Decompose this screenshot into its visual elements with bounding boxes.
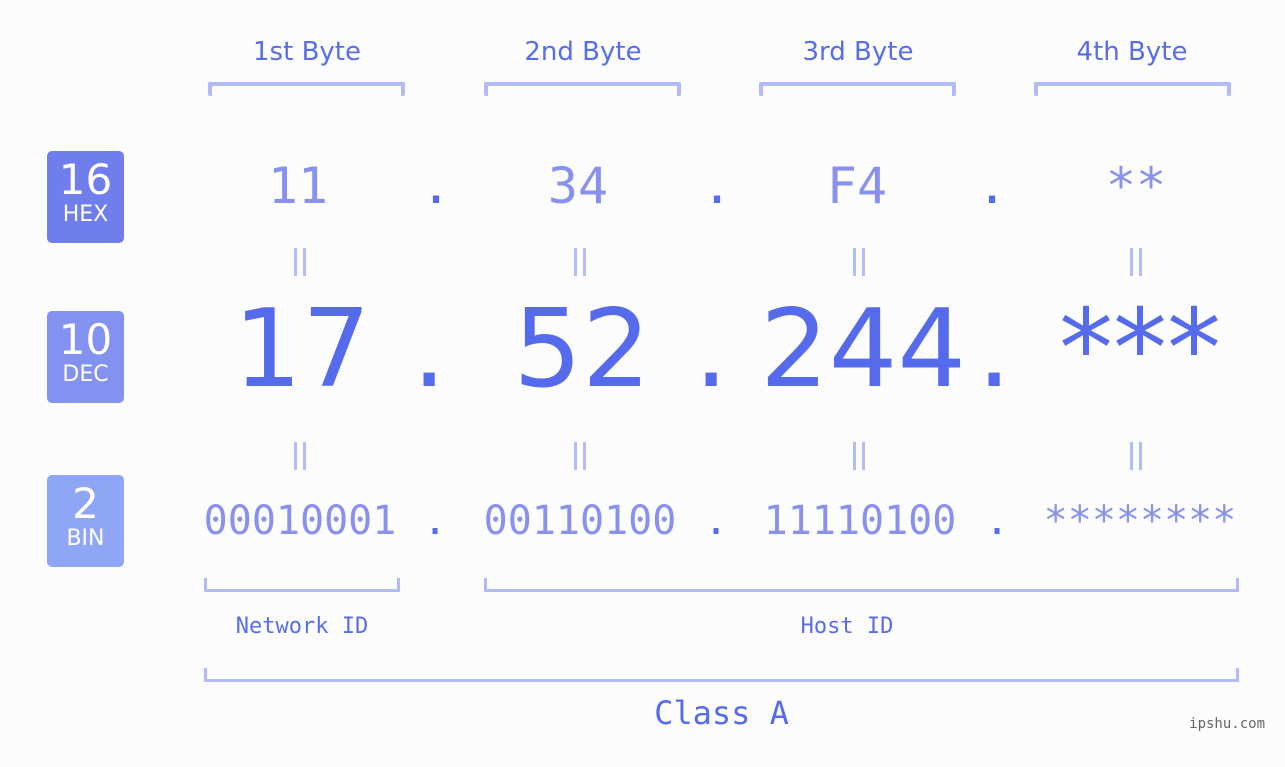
- header-byte-2: 2nd Byte: [524, 37, 642, 67]
- bin-dot-3: .: [985, 498, 1010, 544]
- dec-byte-3: 244: [760, 287, 967, 412]
- equals-icon: [1130, 248, 1142, 276]
- bin-badge: 2 BIN: [47, 475, 124, 567]
- dec-dot-1: .: [412, 287, 447, 412]
- bin-byte-4: ********: [1043, 498, 1237, 544]
- hex-byte-1: 11: [267, 157, 329, 215]
- dec-byte-1: 17: [233, 287, 371, 412]
- host-id-label: Host ID: [800, 614, 894, 639]
- network-id-bracket: [204, 578, 400, 592]
- bin-base-label: BIN: [66, 526, 105, 551]
- ip-class-label: Class A: [654, 694, 789, 732]
- hex-dot-3: .: [977, 157, 1008, 215]
- byte-3-bracket: [759, 82, 956, 96]
- dec-badge: 10 DEC: [47, 311, 124, 403]
- dec-dot-3: .: [977, 287, 1012, 412]
- bin-byte-1: 00010001: [203, 498, 397, 544]
- equals-icon: [1130, 442, 1142, 470]
- hex-badge: 16 HEX: [47, 151, 124, 243]
- bin-dot-1: .: [423, 498, 448, 544]
- hex-dot-1: .: [421, 157, 452, 215]
- dec-byte-2: 52: [513, 287, 651, 412]
- header-byte-1: 1st Byte: [253, 37, 361, 67]
- bin-base-number: 2: [72, 479, 99, 528]
- equals-icon: [853, 442, 865, 470]
- host-id-bracket: [484, 578, 1239, 592]
- equals-icon: [294, 248, 306, 276]
- bin-byte-2: 00110100: [483, 498, 677, 544]
- hex-byte-3: F4: [826, 157, 888, 215]
- dec-base-number: 10: [58, 315, 113, 364]
- dec-dot-2: .: [694, 287, 729, 412]
- dec-byte-4: ***: [1059, 287, 1221, 412]
- byte-4-bracket: [1034, 82, 1231, 96]
- equals-icon: [294, 442, 306, 470]
- hex-byte-4: **: [1105, 157, 1167, 215]
- equals-icon: [853, 248, 865, 276]
- bin-byte-3: 11110100: [763, 498, 957, 544]
- hex-byte-2: 34: [547, 157, 609, 215]
- watermark: ipshu.com: [1189, 716, 1265, 732]
- bin-dot-2: .: [704, 498, 729, 544]
- network-id-label: Network ID: [235, 614, 369, 639]
- byte-2-bracket: [484, 82, 681, 96]
- byte-1-bracket: [208, 82, 405, 96]
- equals-icon: [574, 248, 586, 276]
- dec-base-label: DEC: [62, 362, 109, 387]
- header-byte-3: 3rd Byte: [802, 37, 914, 67]
- hex-base-number: 16: [58, 155, 113, 204]
- equals-icon: [574, 442, 586, 470]
- hex-dot-2: .: [702, 157, 733, 215]
- header-byte-4: 4th Byte: [1076, 37, 1188, 67]
- hex-base-label: HEX: [62, 202, 109, 227]
- class-bracket: [204, 668, 1239, 682]
